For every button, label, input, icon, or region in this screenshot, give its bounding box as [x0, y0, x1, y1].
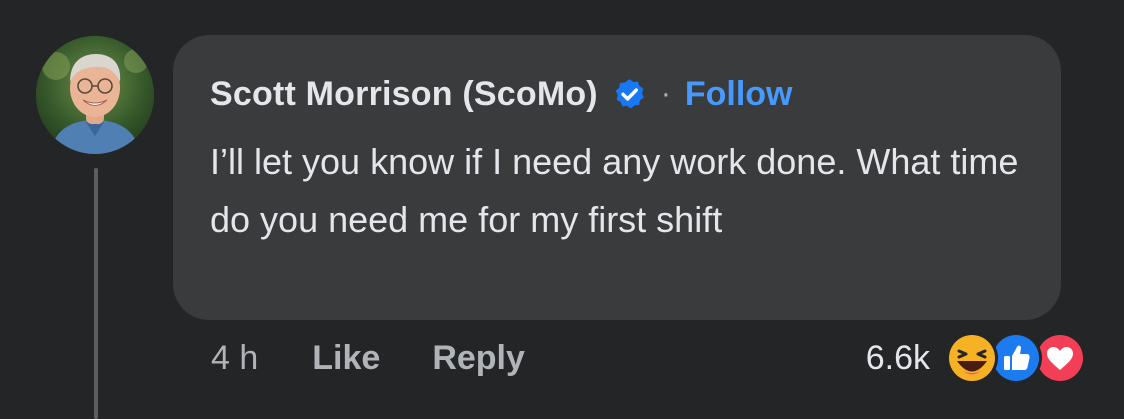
author-name[interactable]: Scott Morrison (ScoMo): [210, 75, 598, 114]
thread-connector-line: [94, 168, 98, 419]
separator-dot: ·: [660, 77, 671, 110]
reaction-icons: [944, 330, 1088, 386]
comment-timestamp[interactable]: 4 h: [211, 339, 258, 378]
avatar[interactable]: [36, 36, 154, 154]
reaction-count: 6.6k: [865, 338, 930, 377]
comment-text: I’ll let you know if I need any work don…: [210, 141, 1019, 240]
comment-thread: Scott Morrison (ScoMo) · Follow I’ll let…: [0, 0, 1124, 419]
reply-button[interactable]: Reply: [432, 339, 525, 378]
avatar-portrait: [36, 36, 154, 154]
follow-button[interactable]: Follow: [685, 75, 793, 114]
verified-badge-icon: [615, 78, 644, 108]
like-button[interactable]: Like: [312, 339, 380, 378]
comment-actions: 4 h Like Reply: [211, 332, 525, 384]
haha-icon: [946, 332, 998, 384]
comment-bubble: Scott Morrison (ScoMo) · Follow I’ll let…: [173, 35, 1061, 320]
reaction-summary[interactable]: 6.6k: [866, 330, 1088, 386]
comment-header: Scott Morrison (ScoMo) · Follow: [210, 71, 793, 117]
